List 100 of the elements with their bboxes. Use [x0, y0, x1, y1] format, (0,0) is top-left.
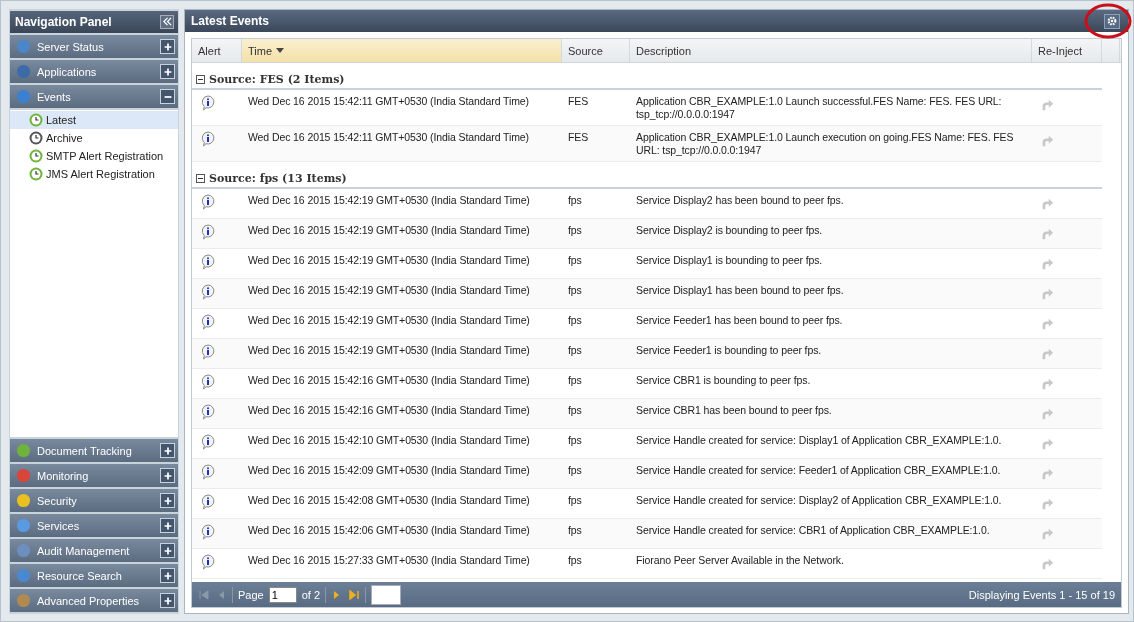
tree-item[interactable]: Latest [10, 111, 178, 129]
expand-toggle[interactable] [160, 89, 175, 104]
table-cell-text: fps [567, 253, 583, 268]
nav-section[interactable]: Monitoring [10, 464, 178, 487]
table-cell-text: Service Display1 is bounding to peer fps. [635, 253, 824, 268]
expand-toggle[interactable] [160, 64, 175, 79]
section-icon [16, 568, 31, 583]
reinject-arrow-icon[interactable] [1040, 437, 1054, 451]
nav-section[interactable]: Resource Search [10, 564, 178, 587]
table-cell-text: fps [567, 313, 583, 328]
refresh-box[interactable] [371, 584, 402, 605]
reinject-arrow-icon[interactable] [1040, 134, 1054, 148]
table-cell-text: fps [567, 403, 583, 418]
reinject-arrow-icon[interactable] [1040, 557, 1054, 571]
table-cell-text: Wed Dec 16 2015 15:42:16 GMT+0530 (India Standard Time) [247, 403, 531, 418]
last-page-icon[interactable] [348, 588, 361, 601]
column-header[interactable]: Source [562, 39, 630, 62]
group-header[interactable]: Source: fps (13 Items) [192, 169, 1102, 189]
tree-item[interactable]: JMS Alert Registration [10, 165, 178, 183]
reinject-arrow-icon[interactable] [1040, 527, 1054, 541]
table-cell-text: Service Handle created for service: CBR1 of Application CBR_EXAMPLE:1.0. [635, 523, 991, 538]
panel-title: Navigation Panel [15, 15, 112, 29]
table-cell-text: FES [567, 94, 590, 109]
section-icon [16, 443, 31, 458]
first-page-icon[interactable] [198, 588, 210, 601]
table-cell-text: Wed Dec 16 2015 15:27:33 GMT+0530 (India Standard Time) [247, 553, 531, 568]
info-icon [200, 494, 216, 510]
double-chevron-icon [162, 17, 172, 26]
info-icon [200, 374, 216, 390]
table-cell-text: Wed Dec 16 2015 15:42:19 GMT+0530 (India Standard Time) [247, 253, 531, 268]
nav-section[interactable]: Services [10, 514, 178, 537]
expand-toggle[interactable] [160, 493, 175, 508]
table-cell-text: Service Handle created for service: Display2 of Application CBR_EXAMPLE:1.0. [635, 493, 1003, 508]
table-cell-text: fps [567, 223, 583, 238]
info-icon [200, 284, 216, 300]
expand-toggle[interactable] [160, 518, 175, 533]
expand-toggle[interactable] [160, 568, 175, 583]
table-cell-text: Wed Dec 16 2015 15:42:06 GMT+0530 (India Standard Time) [247, 523, 531, 538]
reinject-arrow-icon[interactable] [1040, 497, 1054, 511]
tree-item[interactable]: SMTP Alert Registration [10, 147, 178, 165]
section-label: Advanced Properties [37, 594, 141, 607]
table-cell-text: fps [567, 523, 583, 538]
expand-toggle[interactable] [160, 39, 175, 54]
expand-toggle[interactable] [160, 543, 175, 558]
section-icon [16, 64, 31, 79]
nav-section[interactable]: Security [10, 489, 178, 512]
reinject-arrow-icon[interactable] [1040, 467, 1054, 481]
section-icon [16, 39, 31, 54]
table-cell-text: fps [567, 553, 583, 568]
table-cell-text: fps [567, 373, 583, 388]
section-label: Events [37, 90, 72, 103]
reinject-arrow-icon[interactable] [1040, 98, 1054, 112]
reinject-arrow-icon[interactable] [1040, 287, 1054, 301]
page-label: Page [238, 588, 264, 601]
reinject-arrow-icon[interactable] [1040, 197, 1054, 211]
settings-button[interactable] [1104, 13, 1120, 29]
table-cell-text: fps [567, 463, 583, 478]
reinject-arrow-icon[interactable] [1040, 347, 1054, 361]
table-cell-text: Wed Dec 16 2015 15:42:19 GMT+0530 (India Standard Time) [247, 283, 531, 298]
section-icon [16, 543, 31, 558]
column-header[interactable]: Description [630, 39, 1032, 62]
table-cell-text: Wed Dec 16 2015 15:42:19 GMT+0530 (India Standard Time) [247, 313, 531, 328]
panel-title: Latest Events [191, 14, 270, 28]
table-cell-text: Service CBR1 is bounding to peer fps. [635, 373, 812, 388]
nav-section[interactable]: Events [10, 85, 178, 108]
info-icon [200, 524, 216, 540]
reinject-arrow-icon[interactable] [1040, 377, 1054, 391]
nav-section[interactable]: Applications [10, 60, 178, 83]
table-cell-text: fps [567, 343, 583, 358]
expand-toggle[interactable] [160, 443, 175, 458]
table-cell-text: Service Display1 has been bound to peer fps. [635, 283, 845, 298]
reinject-arrow-icon[interactable] [1040, 407, 1054, 421]
reinject-arrow-icon[interactable] [1040, 317, 1054, 331]
highlight-circle [1084, 3, 1132, 39]
section-label: Applications [37, 65, 98, 78]
section-icon [16, 518, 31, 533]
column-header[interactable]: Re-Inject [1032, 39, 1102, 62]
nav-section[interactable]: Server Status [10, 35, 178, 58]
nav-section[interactable]: Audit Management [10, 539, 178, 562]
group-header[interactable]: Source: FES (2 Items) [192, 70, 1102, 90]
info-icon [200, 464, 216, 480]
table-cell-text: Service Feeder1 has been bound to peer fps. [635, 313, 844, 328]
collapse-button[interactable] [160, 15, 174, 29]
nav-section[interactable]: Document Tracking [10, 439, 178, 462]
reinject-arrow-icon[interactable] [1040, 257, 1054, 271]
tree-item[interactable]: Archive [10, 129, 178, 147]
table-cell-text: Service Display2 has been bound to peer fps. [635, 193, 845, 208]
column-header[interactable]: Time [242, 39, 562, 62]
sort-caret-icon [276, 48, 285, 53]
info-icon [200, 434, 216, 450]
nav-section[interactable]: Advanced Properties [10, 589, 178, 612]
expand-toggle[interactable] [160, 593, 175, 608]
collapse-icon[interactable] [196, 74, 205, 84]
section-label: Resource Search [37, 569, 123, 582]
collapse-icon[interactable] [196, 173, 205, 183]
page-number-field[interactable]: 1 [268, 586, 297, 603]
reinject-arrow-icon[interactable] [1040, 227, 1054, 241]
info-icon [200, 404, 216, 420]
expand-toggle[interactable] [160, 468, 175, 483]
section-label: Audit Management [37, 544, 131, 557]
